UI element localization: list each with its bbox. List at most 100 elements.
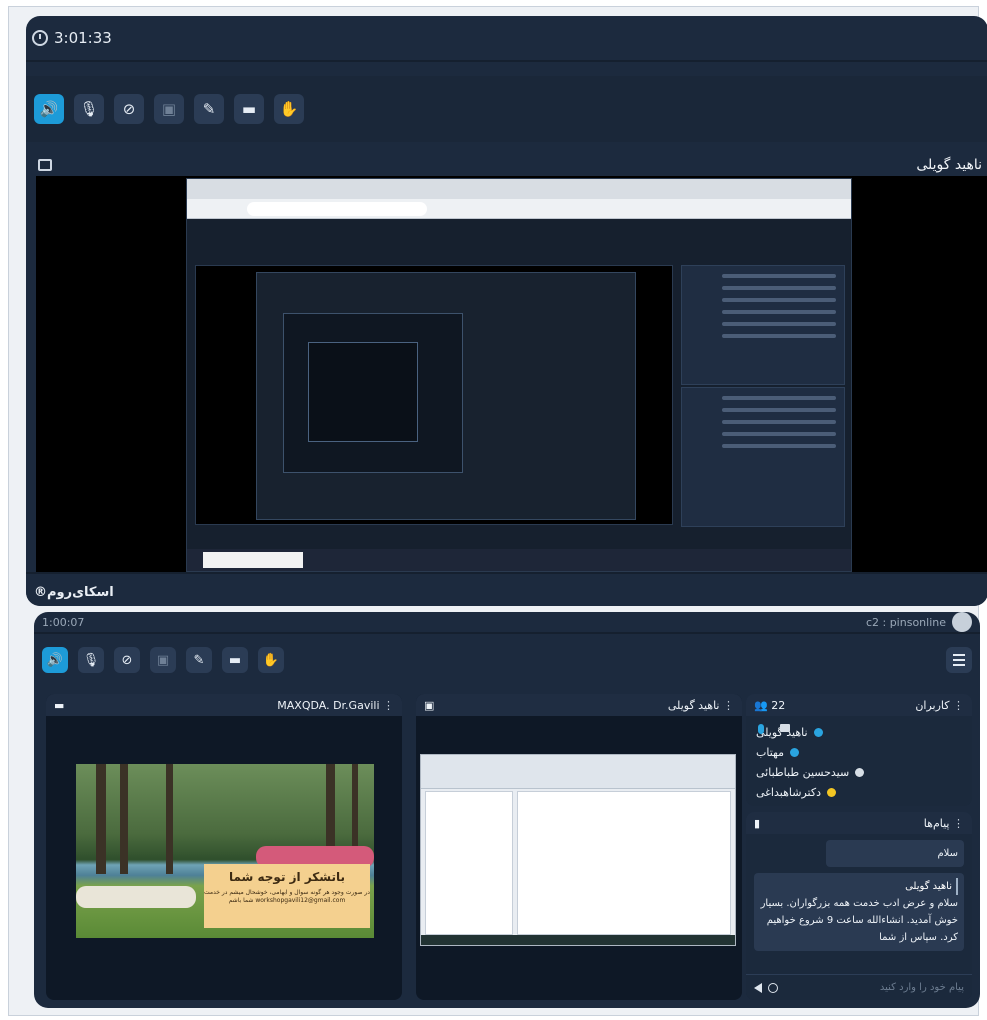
users-icon: 👥 <box>754 698 768 712</box>
message-input[interactable]: پیام خود را وارد کنید <box>880 982 964 993</box>
users-count: 22 <box>771 698 786 712</box>
user-name: دکترشاهبداغی <box>756 785 821 799</box>
microphone-toggle-button[interactable]: 🎙 <box>74 94 104 124</box>
messages-panel-title: پیام‌ها <box>923 816 950 830</box>
user-name: سیدحسین طباطبائی <box>756 765 850 779</box>
nested-share-level-4 <box>308 342 418 442</box>
top-session-window: 3:01:33 🔊 🎙 ⊘ ▣ ✎ ▬ ✋ ناهید گویلی ®اسکای… <box>26 16 987 606</box>
whiteboard-button[interactable]: ✎ <box>194 94 224 124</box>
slide-thanks-card: باتشکر از توجه شما در صورت وجود هر گونه … <box>204 864 370 928</box>
screen-share-button[interactable]: ▣ <box>154 94 184 124</box>
nested-share-view <box>195 265 673 525</box>
screen-share-button[interactable]: ▣ <box>150 647 176 673</box>
speaker-toggle-button[interactable]: 🔊 <box>42 647 68 673</box>
nested-share-level-3 <box>283 313 463 473</box>
session-timer: 3:01:33 <box>54 29 112 47</box>
presentation-panel-header: ▬ MAXQDA. Dr.Gavili ⋮ <box>46 694 402 716</box>
slide-heading: باتشکر از توجه شما <box>228 870 346 884</box>
panel-options-icon[interactable]: ⋮ <box>383 699 394 712</box>
presenter-name: ناهید گویلی <box>667 698 720 712</box>
whiteboard-button[interactable]: ✎ <box>186 647 212 673</box>
users-panel-title: کاربران <box>915 698 950 712</box>
hand-icon: ✋ <box>262 652 280 668</box>
user-icon <box>826 787 836 797</box>
speaker-icon: 🔊 <box>39 100 59 118</box>
emoji-icon[interactable] <box>768 982 778 993</box>
chat-message-author: ناهید گویلی <box>760 878 958 895</box>
bottom-session-window: 1:00:07 c2 : pinsonline 🔊 🎙 ⊘ ▣ ✎ ▬ ✋ ▬ … <box>34 612 980 1008</box>
list-item[interactable]: مهتاب <box>746 742 972 762</box>
screen-share-icon: ▣ <box>156 652 170 668</box>
browser-tab-bar <box>187 179 851 199</box>
panel-options-icon[interactable]: ⋮ <box>953 699 964 712</box>
clock-icon <box>32 30 48 46</box>
camera-off-icon: ⊘ <box>121 652 133 668</box>
messages-panel-header: ▮ پیام‌ها ⋮ <box>746 812 972 834</box>
main-toolbar: 🔊 🎙 ⊘ ▣ ✎ ▬ ✋ <box>26 76 987 142</box>
folder-icon: ▬ <box>228 652 242 668</box>
browser-address-bar <box>187 199 851 219</box>
speaker-icon: 🔊 <box>46 652 64 668</box>
screen-share-icon <box>780 724 790 732</box>
files-button[interactable]: ▬ <box>234 94 264 124</box>
microphone-toggle-button[interactable]: 🎙 <box>78 647 104 673</box>
chat-message: سلام <box>826 840 964 867</box>
folder-icon: ▬ <box>54 698 65 712</box>
shared-screen-stage <box>36 176 987 572</box>
speaker-toggle-button[interactable]: 🔊 <box>34 94 64 124</box>
list-item[interactable]: دکترشاهبداغی <box>746 782 972 802</box>
nested-share-level-2 <box>256 272 636 520</box>
raise-hand-button[interactable]: ✋ <box>274 94 304 124</box>
session-header: 1:00:07 c2 : pinsonline <box>34 612 980 634</box>
shared-screen-image <box>420 754 736 946</box>
raise-hand-button[interactable]: ✋ <box>258 647 284 673</box>
user-icon <box>813 727 823 737</box>
slide-image: باتشکر از توجه شما در صورت وجود هر گونه … <box>76 764 374 938</box>
screen-share-icon: ▣ <box>161 100 177 118</box>
list-item[interactable]: سیدحسین طباطبائی <box>746 762 972 782</box>
nested-messages-panel <box>681 387 845 527</box>
slide-text: در صورت وجود هر گونه سوال و ابهامی، خوشح… <box>204 889 370 904</box>
nested-users-panel <box>681 265 845 385</box>
user-id: c2 : pinsonline <box>865 615 946 629</box>
user-icon <box>790 747 799 757</box>
user-icon <box>855 767 865 777</box>
hamburger-menu-button[interactable] <box>946 647 972 673</box>
users-panel-header: 👥 22 کاربران ⋮ <box>746 694 972 716</box>
hand-icon: ✋ <box>279 100 299 118</box>
avatar[interactable] <box>952 612 972 632</box>
presenter-name: ناهید گویلی <box>916 157 982 173</box>
user-name: مهتاب <box>756 745 784 759</box>
screen-share-panel: ▣ ناهید گویلی ⋮ <box>416 694 742 1000</box>
session-timer: 1:00:07 <box>42 615 85 629</box>
main-toolbar: 🔊 🎙 ⊘ ▣ ✎ ▬ ✋ <box>34 638 980 682</box>
presentation-title: MAXQDA. Dr.Gavili <box>277 698 380 712</box>
message-input-bar: پیام خود را وارد کنید <box>746 974 972 1000</box>
presentation-panel: ▬ MAXQDA. Dr.Gavili ⋮ باتشکر از توجه شما… <box>46 694 402 1000</box>
camera-toggle-button[interactable]: ⊘ <box>114 647 140 673</box>
files-button[interactable]: ▬ <box>222 647 248 673</box>
brand-bar: ®اسکای‌روم <box>26 572 987 606</box>
microphone-icon: 🎙 <box>79 100 99 118</box>
camera-off-icon: ⊘ <box>122 100 136 118</box>
chat-message-text: سلام <box>937 848 958 859</box>
camera-toggle-button[interactable]: ⊘ <box>114 94 144 124</box>
session-timer-bar: 3:01:33 <box>26 16 987 62</box>
messages-panel: ▮ پیام‌ها ⋮ سلام ناهید گویلی سلام و عرض … <box>746 812 972 1000</box>
folder-icon: ▬ <box>241 100 257 118</box>
chat-message-text: سلام و عرض ادب خدمت همه بزرگواران. بسیار… <box>760 898 958 943</box>
upload-screen-icon[interactable] <box>38 159 52 171</box>
chat-message: ناهید گویلی سلام و عرض ادب خدمت همه بزرگ… <box>754 873 964 951</box>
screen-share-icon: ▣ <box>424 698 435 712</box>
send-icon[interactable] <box>754 982 762 993</box>
microphone-icon <box>758 724 764 734</box>
windows-taskbar <box>187 549 851 571</box>
chat-icon: ▮ <box>754 816 761 830</box>
panel-options-icon[interactable]: ⋮ <box>723 699 734 712</box>
brush-icon: ✎ <box>193 652 205 668</box>
microphone-icon: 🎙 <box>82 652 100 668</box>
shared-screen-image <box>186 178 852 572</box>
brush-icon: ✎ <box>202 100 216 118</box>
screen-share-panel-header: ▣ ناهید گویلی ⋮ <box>416 694 742 716</box>
panel-options-icon[interactable]: ⋮ <box>953 817 964 830</box>
